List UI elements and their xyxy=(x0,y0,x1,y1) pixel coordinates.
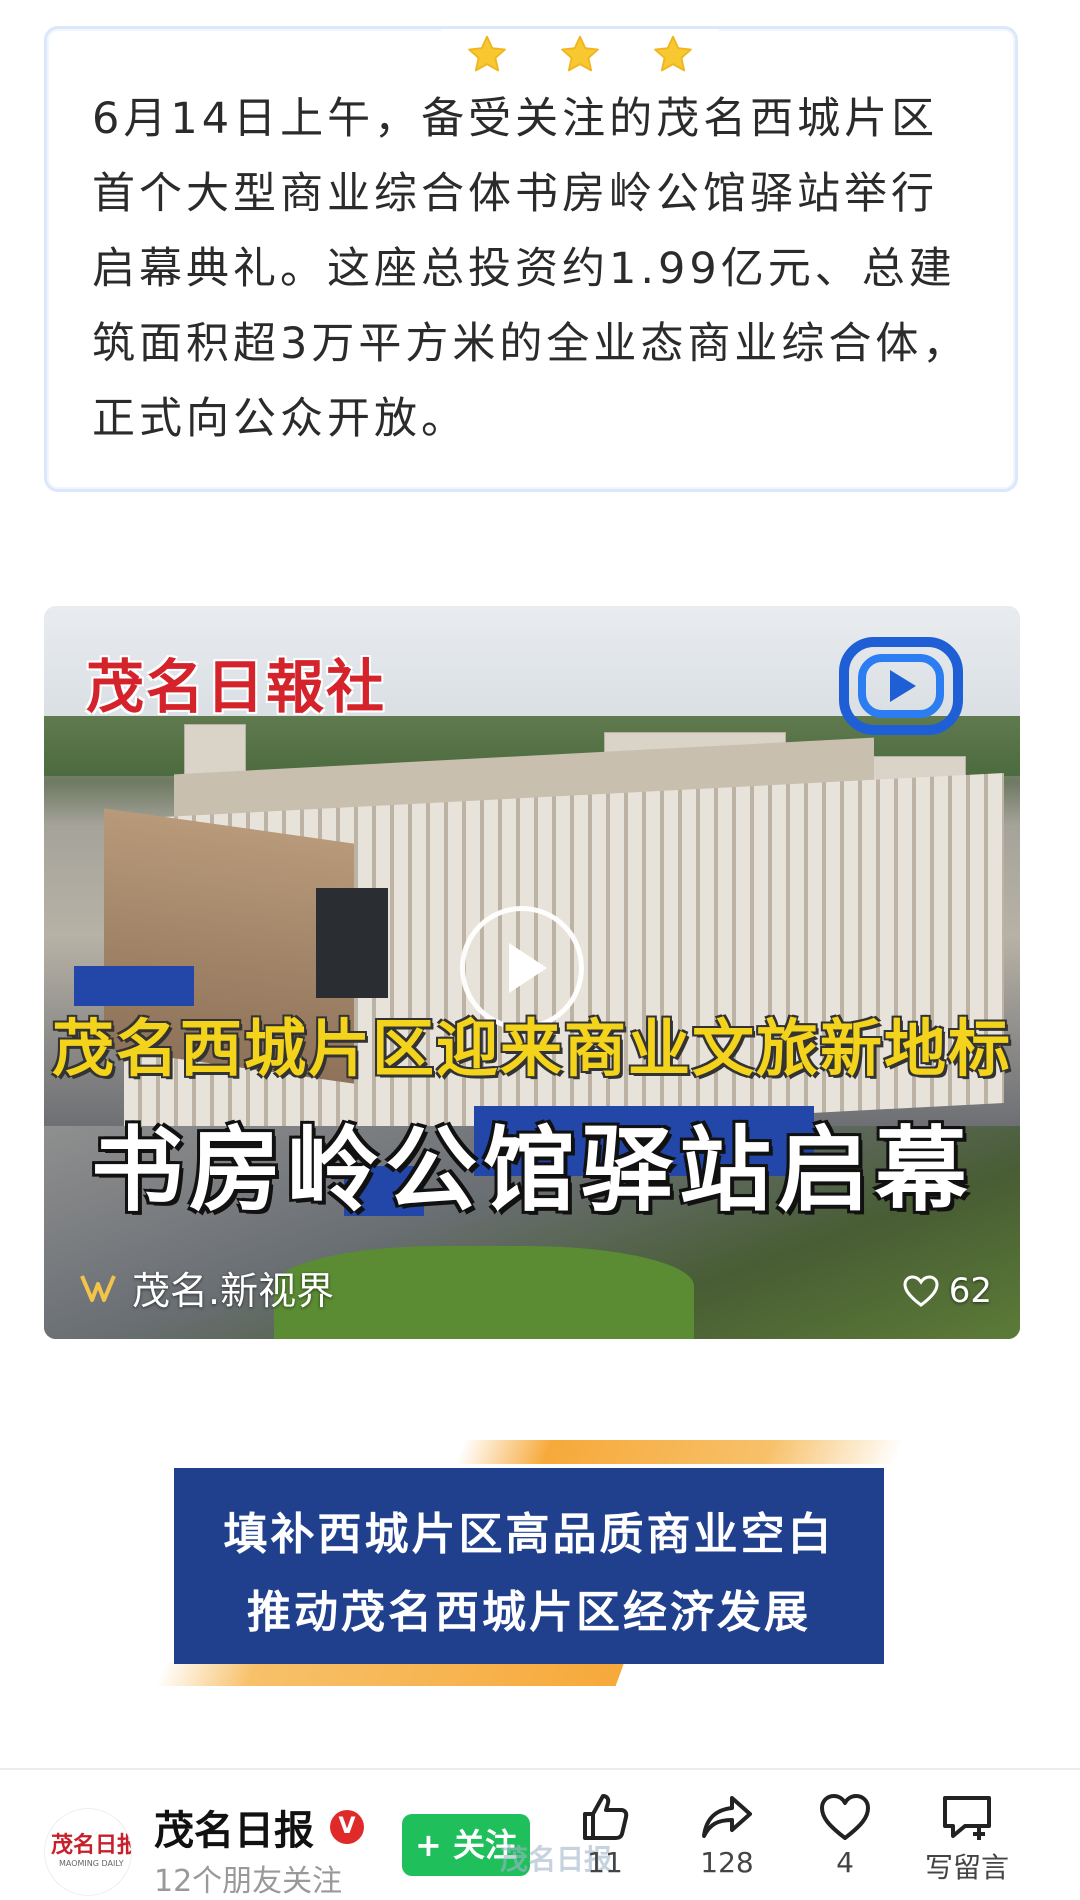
verified-badge-icon: V xyxy=(330,1810,364,1844)
banner-accent-bottom xyxy=(155,1662,625,1686)
stars-decoration xyxy=(441,29,719,81)
star-icon xyxy=(468,35,507,72)
heart-outline-icon xyxy=(903,1275,939,1307)
share-button[interactable]: 128 xyxy=(672,1792,782,1879)
video-headline-2: 书房岭公馆驿站启幕 xyxy=(90,1116,973,1224)
avatar-logo-subtext: MAOMING DAILY xyxy=(59,1859,124,1868)
grass-area xyxy=(274,1246,694,1339)
video-channel[interactable]: 茂名.新视界 xyxy=(78,1260,334,1315)
likes-count: 62 xyxy=(948,1271,992,1311)
intro-paragraph: 6月14日上午，备受关注的茂名西城片区首个大型商业综合体书房岭公馆驿站举行启幕典… xyxy=(92,94,970,444)
channel-name: 茂名.新视界 xyxy=(132,1269,335,1313)
media-logo-icon xyxy=(839,637,963,735)
video-headline-1: 茂名西城片区迎来商业文旅新地标 xyxy=(51,1012,1012,1085)
bottom-action-bar: 茂名日报 MAOMING DAILY 茂名日报 V 12个朋友关注 + 关注 茂… xyxy=(0,1768,1080,1899)
banner-line-1: 填补西城片区高品质商业空白 xyxy=(223,1509,835,1560)
star-icon xyxy=(561,35,599,72)
account-name[interactable]: 茂名日报 xyxy=(154,1798,314,1856)
favorite-count: 4 xyxy=(836,1846,854,1879)
led-screen xyxy=(316,888,388,998)
comment-button[interactable]: 写留言 xyxy=(912,1792,1022,1886)
share-icon xyxy=(702,1796,752,1838)
comment-label: 写留言 xyxy=(924,1851,1009,1884)
comment-icon xyxy=(943,1796,991,1840)
share-count: 128 xyxy=(700,1846,754,1879)
banner-accent-top xyxy=(455,1440,905,1464)
channel-logo-icon xyxy=(80,1274,116,1302)
newspaper-logo: 茂名日報社 xyxy=(86,653,387,721)
video-player[interactable]: 茂名日報社 茂名西城片区迎来商业文旅新地标 书房岭公馆驿站启幕 茂名.新视界 6… xyxy=(44,606,1020,1339)
banner-box: 填补西城片区高品质商业空白 推动茂名西城片区经济发展 xyxy=(174,1468,884,1664)
friends-following: 12个朋友关注 xyxy=(154,1864,343,1899)
banner-line-2: 推动茂名西城片区经济发展 xyxy=(247,1587,811,1638)
thumbs-up-icon xyxy=(583,1794,629,1840)
favorite-button[interactable]: 4 xyxy=(790,1792,900,1879)
heart-icon xyxy=(820,1794,870,1840)
star-icon xyxy=(653,35,692,72)
avatar-logo-text: 茂名日报 xyxy=(51,1832,132,1858)
like-count: 11 xyxy=(587,1846,623,1879)
avatar[interactable]: 茂名日报 MAOMING DAILY xyxy=(44,1808,132,1896)
highlight-banner: 填补西城片区高品质商业空白 推动茂名西城片区经济发展 xyxy=(155,1440,920,1690)
like-button[interactable]: 11 xyxy=(550,1792,660,1879)
video-likes[interactable]: 62 xyxy=(903,1271,992,1311)
